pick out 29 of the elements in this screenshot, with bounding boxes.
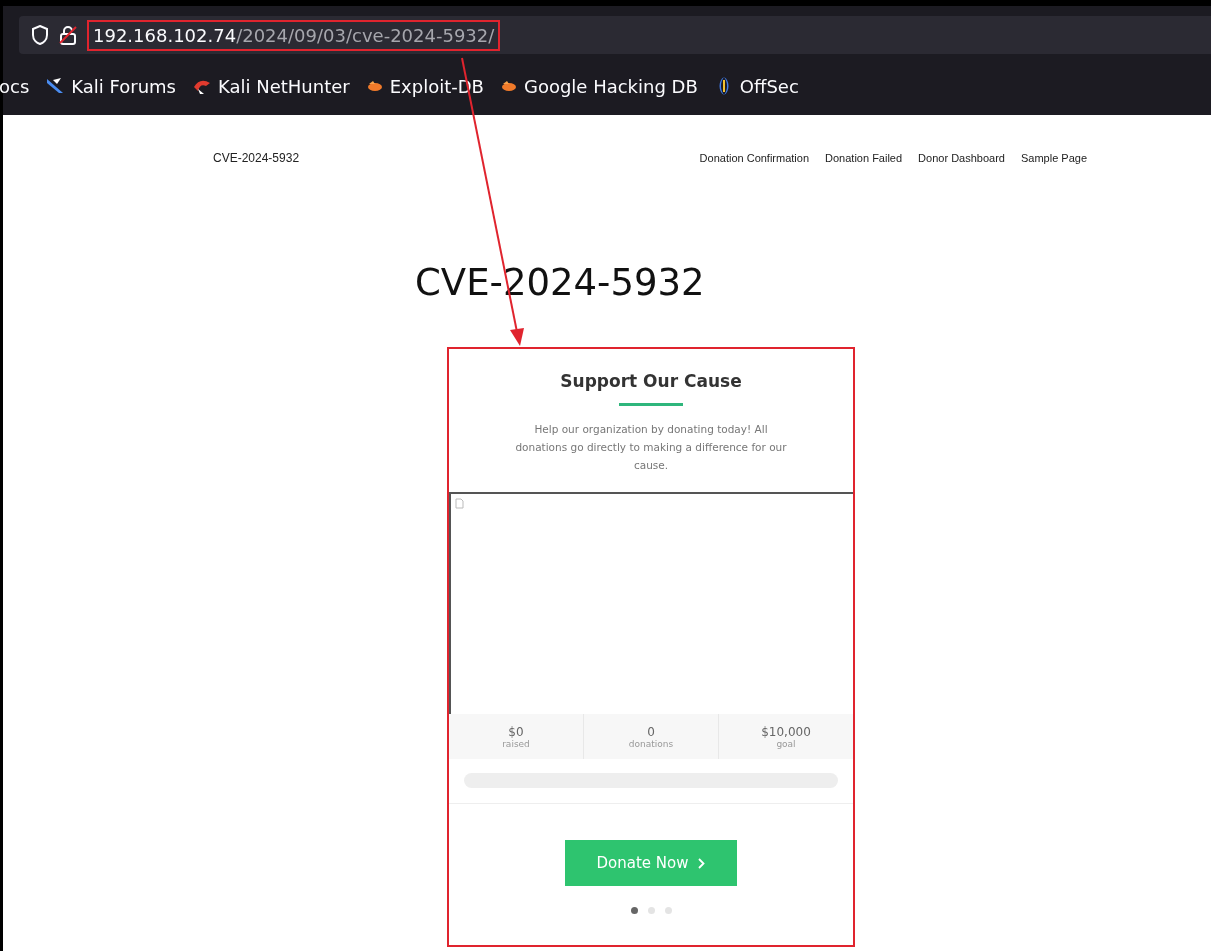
nav-link[interactable]: Donor Dashboard — [918, 152, 1005, 164]
card-title: Support Our Cause — [560, 371, 742, 391]
chevron-icon — [698, 857, 706, 869]
carousel-dot[interactable] — [647, 907, 655, 914]
lock-icon[interactable] — [59, 25, 77, 45]
bookmark-link[interactable]: OffSec — [739, 75, 799, 97]
stat-label: donations — [628, 738, 674, 749]
stat-label: raised — [502, 738, 530, 749]
url-text[interactable]: 192.168.102.74/2024/09/03/cve-2024-5932/ — [87, 19, 501, 51]
bug-icon — [499, 79, 518, 93]
bookmark-link[interactable]: Google Hacking DB — [523, 75, 698, 97]
bookmark-link[interactable]: ocs — [0, 75, 30, 97]
bookmark-link[interactable]: Kali NetHunter — [218, 75, 350, 97]
title-underline — [619, 403, 683, 406]
bookmark-link[interactable]: Kali Forums — [71, 75, 176, 97]
stat-value: $0 — [508, 724, 524, 739]
carousel-dot[interactable] — [664, 907, 672, 914]
stat-value: $10,000 — [761, 724, 811, 739]
nav-link[interactable]: Donation Confirmation — [699, 152, 810, 164]
bug-icon — [365, 79, 384, 93]
stat-value: 0 — [647, 724, 655, 739]
nav-link[interactable]: Sample Page — [1020, 152, 1087, 164]
shield-icon[interactable] — [31, 25, 49, 45]
stat-label: goal — [776, 738, 796, 749]
card-description: Help our organization by donating today! All donations go directly to making a difference for our cause. — [514, 422, 788, 473]
broken-image-icon — [455, 498, 464, 509]
nav-link[interactable]: Donation Failed — [825, 152, 903, 164]
carousel-dot[interactable] — [630, 907, 638, 914]
site-title[interactable]: CVE-2024-5932 — [213, 151, 300, 165]
